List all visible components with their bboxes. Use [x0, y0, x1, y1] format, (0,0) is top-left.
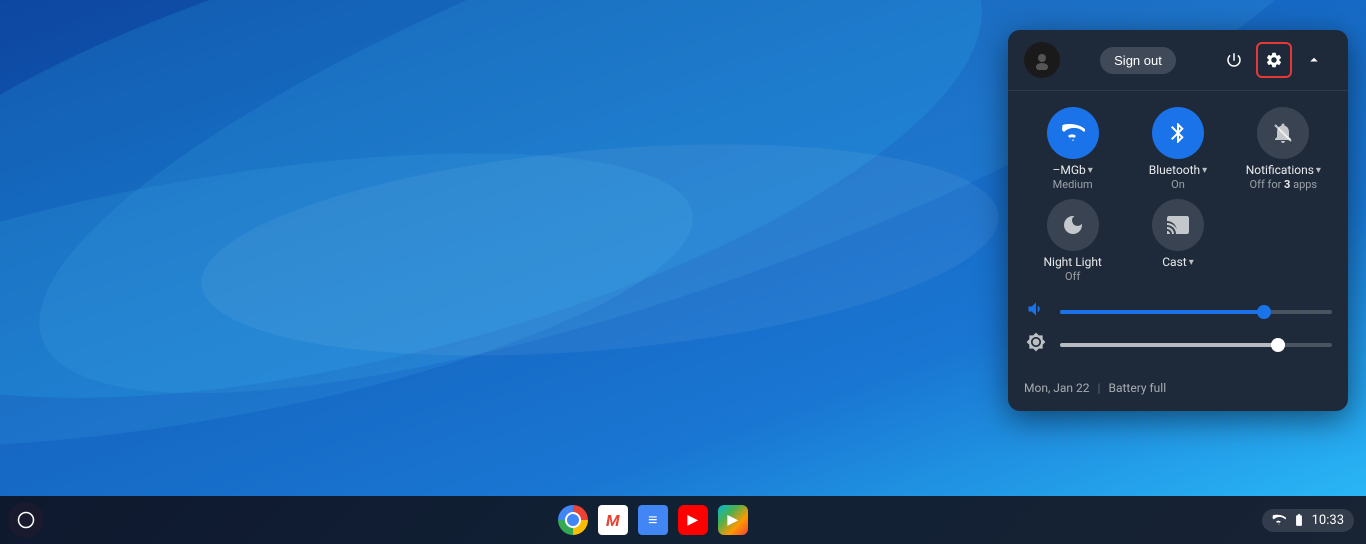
avatar: [1024, 42, 1060, 78]
wifi-label: –MGb ▾: [1053, 163, 1093, 177]
taskbar: M ≡ ▶ ▶ 10:33: [0, 496, 1366, 544]
cast-toggle[interactable]: Cast ▾: [1129, 199, 1226, 283]
nightlight-toggle[interactable]: Night Light Off: [1024, 199, 1121, 283]
power-button[interactable]: [1216, 42, 1252, 78]
bluetooth-label: Bluetooth ▾: [1149, 163, 1207, 177]
footer-battery: Battery full: [1108, 381, 1166, 395]
notifications-toggle-button[interactable]: [1257, 107, 1309, 159]
desktop: Sign out –MGb: [0, 0, 1366, 544]
panel-header: Sign out: [1008, 30, 1348, 91]
panel-footer: Mon, Jan 22 | Battery full: [1008, 373, 1348, 395]
quick-settings-panel: Sign out –MGb: [1008, 30, 1348, 411]
taskbar-youtube-icon[interactable]: ▶: [675, 502, 711, 538]
bluetooth-sublabel: On: [1171, 178, 1185, 191]
bluetooth-toggle[interactable]: Bluetooth ▾ On: [1129, 107, 1226, 191]
notifications-label: Notifications ▾: [1246, 163, 1321, 177]
nightlight-label: Night Light: [1043, 255, 1101, 269]
bluetooth-toggle-button[interactable]: [1152, 107, 1204, 159]
footer-divider: |: [1098, 381, 1101, 395]
settings-button[interactable]: [1256, 42, 1292, 78]
brightness-icon: [1024, 332, 1048, 357]
sign-out-button[interactable]: Sign out: [1100, 47, 1176, 74]
wifi-sublabel: Medium: [1053, 178, 1093, 191]
notifications-sublabel: Off for 3 apps: [1250, 178, 1318, 191]
sliders-section: [1008, 291, 1348, 373]
wifi-toggle-button[interactable]: [1047, 107, 1099, 159]
header-icons: [1216, 42, 1332, 78]
volume-icon: [1024, 299, 1048, 324]
cast-label: Cast ▾: [1162, 255, 1194, 269]
toggles-row-2: Night Light Off Cast ▾: [1008, 199, 1348, 291]
taskbar-gmail-icon[interactable]: M: [595, 502, 631, 538]
brightness-slider-row: [1024, 332, 1332, 357]
wifi-toggle[interactable]: –MGb ▾ Medium: [1024, 107, 1121, 191]
volume-slider-row: [1024, 299, 1332, 324]
taskbar-left: [0, 502, 44, 538]
taskbar-playstore-icon[interactable]: ▶: [715, 502, 751, 538]
taskbar-right: 10:33: [1262, 509, 1366, 532]
system-tray[interactable]: 10:33: [1262, 509, 1354, 532]
taskbar-apps: M ≡ ▶ ▶: [44, 502, 1262, 538]
footer-date: Mon, Jan 22: [1024, 381, 1090, 395]
taskbar-docs-icon[interactable]: ≡: [635, 502, 671, 538]
tray-time: 10:33: [1312, 513, 1344, 528]
collapse-button[interactable]: [1296, 42, 1332, 78]
brightness-track[interactable]: [1060, 343, 1332, 347]
taskbar-chrome-icon[interactable]: [555, 502, 591, 538]
toggles-row-1: –MGb ▾ Medium Bluetooth ▾ On: [1008, 91, 1348, 199]
nightlight-toggle-button[interactable]: [1047, 199, 1099, 251]
launcher-button[interactable]: [8, 502, 44, 538]
nightlight-sublabel: Off: [1065, 270, 1080, 283]
cast-toggle-button[interactable]: [1152, 199, 1204, 251]
volume-track[interactable]: [1060, 310, 1332, 314]
notifications-toggle[interactable]: Notifications ▾ Off for 3 apps: [1235, 107, 1332, 191]
